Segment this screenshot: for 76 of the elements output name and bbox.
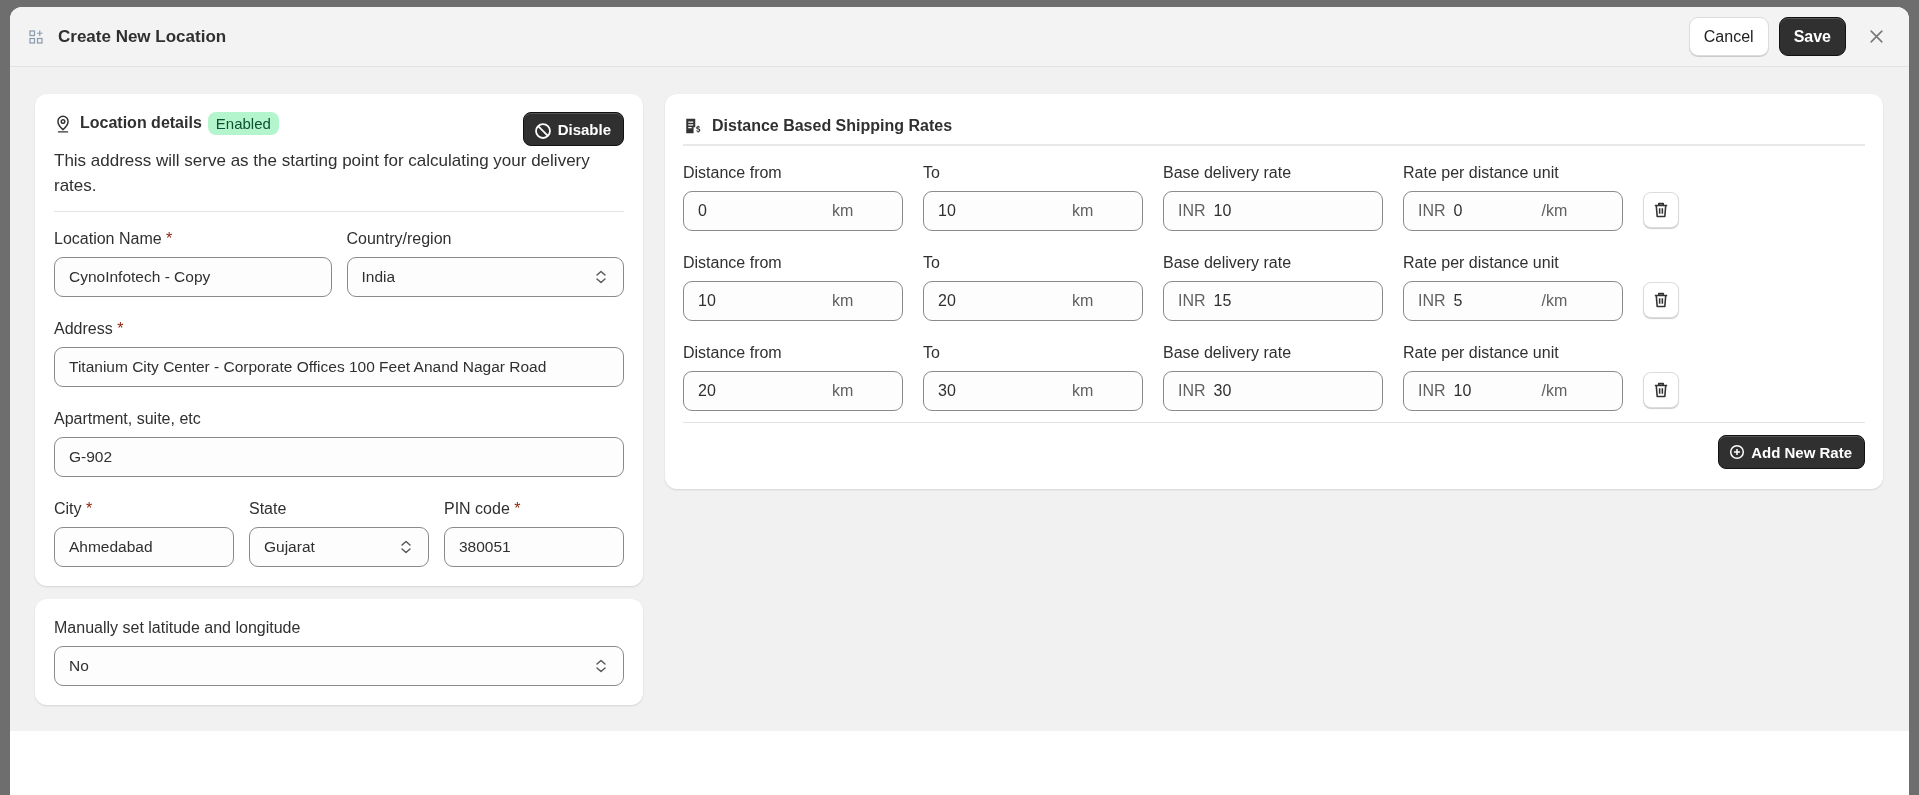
field-label: Rate per distance unit	[1403, 164, 1560, 182]
field-label: Base delivery rate	[1163, 164, 1293, 182]
close-icon	[1868, 28, 1885, 45]
field-label: Base delivery rate	[1163, 344, 1293, 362]
save-button[interactable]: Save	[1778, 17, 1846, 56]
input-field[interactable]: CynoInfotech - Copy	[54, 257, 332, 297]
unit-suffix: /km	[1541, 202, 1568, 220]
field-label: Distance from	[683, 254, 783, 272]
currency-prefix: INR	[1418, 202, 1446, 220]
field-label: Manually set latitude and longitude	[54, 619, 302, 637]
currency-prefix: INR	[1418, 382, 1446, 400]
input-field[interactable]: G-902	[54, 437, 624, 477]
field-label: Distance from	[683, 344, 783, 362]
input-field[interactable]: INR 0 /km	[1403, 191, 1623, 231]
field-label: Country/region	[346, 230, 453, 248]
description-text: This address will serve as the starting point for calculating your delivery rates.	[54, 150, 591, 197]
input-field[interactable]: INR 10	[1163, 191, 1383, 231]
grid-plus-icon	[28, 28, 44, 45]
select-field[interactable]: India	[346, 257, 624, 297]
currency-prefix: INR	[1178, 202, 1206, 220]
field-label: Address *	[54, 320, 125, 338]
trash-icon	[1652, 381, 1670, 399]
select-field[interactable]: No	[54, 646, 624, 686]
unit-suffix: km	[1072, 382, 1094, 400]
card-title: Distance Based Shipping Rates	[712, 117, 953, 135]
delete-button[interactable]	[1643, 192, 1679, 228]
input-field[interactable]: 20 km	[683, 371, 903, 411]
field-label: PIN code *	[444, 500, 522, 518]
delete-button[interactable]	[1643, 282, 1679, 318]
field-label: Distance from	[683, 164, 783, 182]
input-field[interactable]: 380051	[444, 527, 624, 567]
field-label: To	[923, 254, 941, 272]
status-badge: Enabled	[207, 112, 279, 135]
trash-icon	[1652, 201, 1670, 219]
field-label: Apartment, suite, etc	[54, 410, 202, 428]
trash-icon	[1652, 291, 1670, 309]
input-field[interactable]: INR 15	[1163, 281, 1383, 321]
disable-button[interactable]: Disable	[522, 112, 624, 146]
select-field[interactable]: Gujarat	[249, 527, 429, 567]
unit-suffix: km	[1072, 292, 1094, 310]
field-label: Base delivery rate	[1163, 254, 1293, 272]
unit-suffix: km	[1072, 202, 1094, 220]
field-label: State	[249, 500, 288, 518]
input-field[interactable]: Titanium City Center - Corporate Offices 100 Feet Anand Nagar Road	[54, 347, 624, 387]
input-field[interactable]: INR 5 /km	[1403, 281, 1623, 321]
field-label: Rate per distance unit	[1403, 254, 1560, 272]
field-label: To	[923, 344, 941, 362]
cancel-button[interactable]: Cancel	[1688, 17, 1769, 56]
input-field[interactable]: 10 km	[683, 281, 903, 321]
field-label: To	[923, 164, 941, 182]
receipt-dollar-icon	[684, 117, 702, 135]
ban-icon	[533, 121, 552, 140]
field-label: City *	[54, 500, 94, 518]
input-field[interactable]: 10 km	[923, 191, 1143, 231]
input-field[interactable]: 20 km	[923, 281, 1143, 321]
unit-suffix: /km	[1541, 292, 1568, 310]
input-field[interactable]: INR 30	[1163, 371, 1383, 411]
input-field[interactable]: Ahmedabad	[54, 527, 234, 567]
map-pin-icon	[54, 115, 72, 133]
field-label: Rate per distance unit	[1403, 344, 1560, 362]
currency-prefix: INR	[1178, 382, 1206, 400]
delete-button[interactable]	[1643, 372, 1679, 408]
unit-suffix: km	[832, 382, 854, 400]
unit-suffix: /km	[1541, 382, 1568, 400]
add-rate-button[interactable]: Add New Rate	[1718, 435, 1865, 469]
input-field[interactable]: 0 km	[683, 191, 903, 231]
currency-prefix: INR	[1418, 292, 1446, 310]
dialog-title: Create New Location	[58, 26, 227, 47]
input-field[interactable]: 30 km	[923, 371, 1143, 411]
currency-prefix: INR	[1178, 292, 1206, 310]
unit-suffix: km	[832, 202, 854, 220]
input-field[interactable]: INR 10 /km	[1403, 371, 1623, 411]
card-title: Location details	[80, 114, 202, 132]
unit-suffix: km	[832, 292, 854, 310]
plus-circle-icon	[1729, 444, 1746, 460]
field-label: Location Name *	[54, 230, 174, 248]
